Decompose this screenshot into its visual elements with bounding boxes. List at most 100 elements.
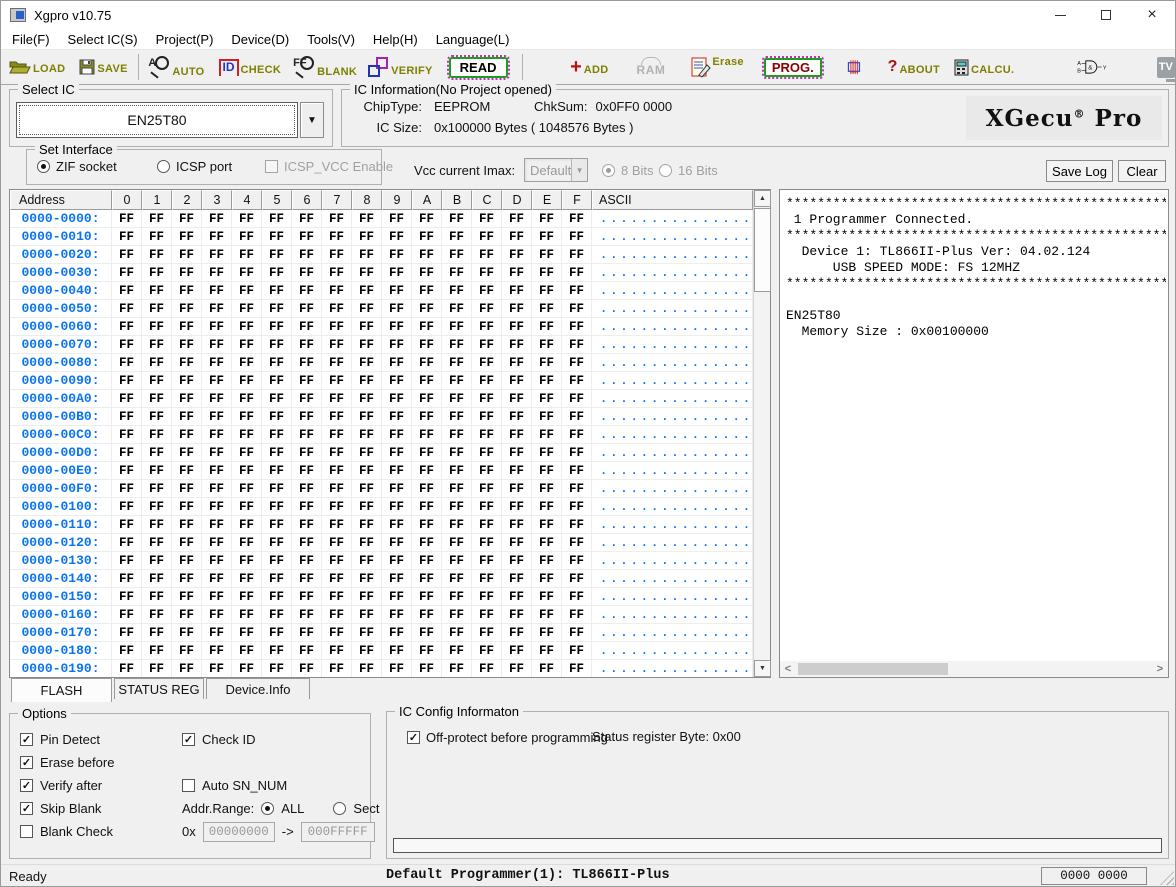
hex-byte-cell[interactable]: FF [502,552,532,570]
menu-item-select-ic[interactable]: Select IC(S) [59,32,147,47]
hex-byte-cell[interactable]: FF [112,372,142,390]
hex-byte-cell[interactable]: FF [142,318,172,336]
hex-byte-cell[interactable]: FF [262,246,292,264]
hex-byte-cell[interactable]: FF [112,480,142,498]
hex-byte-cell[interactable]: FF [412,462,442,480]
hex-byte-cell[interactable]: FF [532,498,562,516]
hex-byte-cell[interactable]: FF [292,624,322,642]
hex-byte-cell[interactable]: FF [292,264,322,282]
hex-byte-cell[interactable]: FF [142,264,172,282]
hex-byte-cell[interactable]: FF [562,228,592,246]
hex-byte-cell[interactable]: FF [292,336,322,354]
hex-byte-cell[interactable]: FF [232,336,262,354]
hex-byte-cell[interactable]: FF [292,642,322,660]
hex-byte-cell[interactable]: FF [502,570,532,588]
hex-byte-cell[interactable]: FF [232,282,262,300]
hex-byte-cell[interactable]: FF [532,246,562,264]
hex-byte-cell[interactable]: FF [472,642,502,660]
hex-byte-cell[interactable]: FF [172,498,202,516]
hex-byte-cell[interactable]: FF [562,282,592,300]
scroll-right-icon[interactable]: > [1152,661,1168,677]
hex-byte-cell[interactable]: FF [382,516,412,534]
hex-byte-cell[interactable]: FF [202,372,232,390]
hex-byte-cell[interactable]: FF [562,552,592,570]
hex-byte-cell[interactable]: FF [352,246,382,264]
hex-byte-cell[interactable]: FF [442,624,472,642]
hex-byte-cell[interactable]: FF [412,444,442,462]
hex-byte-cell[interactable]: FF [172,246,202,264]
hex-byte-cell[interactable]: FF [112,606,142,624]
hex-byte-cell[interactable]: FF [262,426,292,444]
addr-sect-radio[interactable] [333,802,346,815]
hex-byte-cell[interactable]: FF [472,300,502,318]
hex-byte-cell[interactable]: FF [322,228,352,246]
hex-byte-cell[interactable]: FF [112,642,142,660]
hex-byte-cell[interactable]: FF [442,390,472,408]
hex-byte-cell[interactable]: FF [112,336,142,354]
hex-byte-cell[interactable]: FF [412,534,442,552]
hex-byte-cell[interactable]: FF [442,318,472,336]
hex-byte-cell[interactable]: FF [142,480,172,498]
hex-byte-cell[interactable]: FF [262,354,292,372]
option-checkbox-blank-check[interactable]: Blank Check [20,820,114,843]
hex-byte-cell[interactable]: FF [232,228,262,246]
hex-byte-cell[interactable]: FF [382,300,412,318]
clear-button[interactable]: Clear [1118,160,1166,182]
hex-byte-cell[interactable]: FF [382,588,412,606]
hex-byte-cell[interactable]: FF [412,516,442,534]
hex-byte-cell[interactable]: FF [382,228,412,246]
hex-byte-cell[interactable]: FF [202,300,232,318]
hex-byte-cell[interactable]: FF [352,534,382,552]
hex-byte-cell[interactable]: FF [532,408,562,426]
hex-byte-cell[interactable]: FF [412,354,442,372]
hex-byte-cell[interactable]: FF [412,624,442,642]
hex-byte-cell[interactable]: FF [352,282,382,300]
hex-byte-cell[interactable]: FF [502,210,532,228]
hex-byte-cell[interactable]: FF [232,498,262,516]
tab-status-reg[interactable]: STATUS REG [114,678,204,699]
hex-byte-cell[interactable]: FF [532,282,562,300]
hex-byte-cell[interactable]: FF [112,552,142,570]
hex-byte-cell[interactable]: FF [322,444,352,462]
hex-byte-cell[interactable]: FF [442,534,472,552]
hex-byte-cell[interactable]: FF [382,354,412,372]
hex-byte-cell[interactable]: FF [382,336,412,354]
hex-byte-cell[interactable]: FF [262,552,292,570]
verify-button[interactable]: VERIFY [367,57,433,77]
hex-byte-cell[interactable]: FF [532,300,562,318]
hex-byte-cell[interactable]: FF [442,408,472,426]
hex-byte-cell[interactable]: FF [532,372,562,390]
hex-byte-cell[interactable]: FF [412,390,442,408]
hex-byte-cell[interactable]: FF [172,336,202,354]
hex-byte-cell[interactable]: FF [442,660,472,677]
hex-byte-cell[interactable]: FF [172,426,202,444]
hex-byte-cell[interactable]: FF [262,408,292,426]
hex-byte-cell[interactable]: FF [442,588,472,606]
resize-grip[interactable] [1160,871,1174,885]
hex-byte-cell[interactable]: FF [352,228,382,246]
hex-byte-cell[interactable]: FF [262,390,292,408]
hex-byte-cell[interactable]: FF [232,354,262,372]
hex-byte-cell[interactable]: FF [412,570,442,588]
hex-byte-cell[interactable]: FF [172,372,202,390]
hex-byte-cell[interactable]: FF [142,552,172,570]
hex-byte-cell[interactable]: FF [262,300,292,318]
hex-byte-cell[interactable]: FF [112,390,142,408]
hex-byte-cell[interactable]: FF [262,516,292,534]
zif-socket-radio[interactable]: ZIF socket [37,159,117,174]
hex-byte-cell[interactable]: FF [232,552,262,570]
menu-item-file[interactable]: File(F) [3,32,59,47]
hex-byte-cell[interactable]: FF [382,498,412,516]
hex-byte-cell[interactable]: FF [202,264,232,282]
hex-byte-cell[interactable]: FF [442,498,472,516]
hex-byte-cell[interactable]: FF [412,498,442,516]
save-log-button[interactable]: Save Log [1046,160,1113,182]
hex-byte-cell[interactable]: FF [442,606,472,624]
hex-byte-cell[interactable]: FF [412,408,442,426]
hex-byte-cell[interactable]: FF [352,210,382,228]
hex-byte-cell[interactable]: FF [352,390,382,408]
hex-byte-cell[interactable]: FF [412,660,442,677]
hex-byte-cell[interactable]: FF [142,210,172,228]
addr-all-radio[interactable] [261,802,274,815]
hex-byte-cell[interactable]: FF [322,480,352,498]
